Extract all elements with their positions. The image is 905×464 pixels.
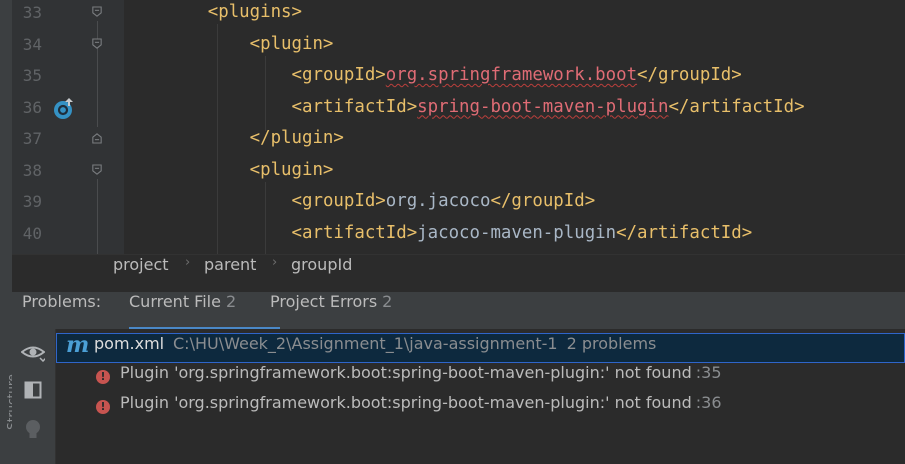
tab-project-errors-label: Project Errors [270, 292, 378, 311]
tag-value: org.jacoco [385, 191, 491, 211]
tab-project-errors[interactable]: Project Errors 2 [270, 292, 392, 311]
problem-line: :36 [695, 393, 722, 412]
fold-open-icon[interactable] [92, 163, 102, 176]
gutter-line: 37 [12, 123, 124, 155]
gutter-line: 40 [12, 218, 124, 250]
breadcrumb: project › parent › groupId [12, 254, 905, 292]
problems-toolbar [12, 329, 56, 464]
gutter-line: 39 [12, 186, 124, 218]
line-number: 36 [22, 97, 42, 117]
eye-icon[interactable] [20, 340, 46, 366]
problem-count: 2 problems [566, 334, 657, 353]
file-node-pom[interactable]: m pom.xml C:\HU\Week_2\Assignment_1\java… [56, 332, 905, 363]
xml-tag: </groupId> [637, 65, 742, 85]
line-number: 39 [22, 192, 42, 211]
line-number: 38 [22, 160, 42, 180]
breadcrumb-separator-icon: › [185, 255, 191, 270]
file-path: C:\HU\Week_2\Assignment_1\java-assignmen… [173, 334, 656, 353]
problem-text: Plugin 'org.springframework.boot:spring-… [120, 363, 722, 382]
breadcrumb-item-groupid[interactable]: groupId [291, 255, 352, 274]
code-line[interactable]: <artifactId>jacoco-maven-plugin</artifac… [124, 218, 905, 250]
xml-tag: <plugins> [207, 2, 302, 22]
problem-item[interactable]: ! Plugin 'org.springframework.boot:sprin… [56, 393, 905, 423]
gutter-line: 33 [12, 0, 124, 29]
gutter-line: 35 [12, 60, 124, 92]
xml-tag: <groupId> [291, 191, 386, 211]
tag-value: spring-boot-maven-plugin [417, 96, 669, 117]
gutter-line: 34 [12, 29, 124, 61]
breadcrumb-separator-icon: › [272, 255, 278, 270]
code-line[interactable]: <artifactId>spring-boot-maven-plugin</ar… [124, 92, 905, 124]
xml-tag: </artifactId> [616, 222, 753, 243]
line-number: 35 [22, 66, 42, 85]
problem-item[interactable]: ! Plugin 'org.springframework.boot:sprin… [56, 363, 905, 393]
breadcrumb-item-parent[interactable]: parent [204, 255, 256, 274]
xml-tag: </artifactId> [668, 96, 805, 117]
fold-open-icon[interactable] [92, 37, 102, 50]
tab-current-file[interactable]: Current File 2 [129, 292, 236, 311]
tab-current-file-label: Current File [129, 292, 221, 311]
line-number: 34 [22, 34, 42, 54]
gutter-line: 38 [12, 155, 124, 187]
problem-message: Plugin 'org.springframework.boot:spring-… [120, 363, 692, 382]
file-path-text: C:\HU\Week_2\Assignment_1\java-assignmen… [173, 334, 558, 353]
xml-tag: <artifactId> [291, 96, 418, 117]
problem-message: Plugin 'org.springframework.boot:spring-… [120, 393, 692, 412]
xml-tag: <groupId> [291, 65, 386, 85]
problems-title: Problems: [22, 292, 102, 311]
lightbulb-icon[interactable] [20, 417, 46, 443]
xml-tag: </groupId> [490, 191, 596, 211]
code-editor[interactable]: 33 34 35 36 37 38 39 40 <plugins> <plugin> <gro… [12, 0, 905, 254]
code-area[interactable]: <plugins> <plugin> <groupId>org.springfr… [124, 0, 905, 254]
fold-open-icon[interactable] [92, 6, 102, 18]
override-method-icon[interactable] [53, 97, 77, 121]
code-line[interactable]: <groupId>org.springframework.boot</group… [124, 60, 905, 92]
code-line[interactable]: <plugins> [124, 0, 905, 29]
fold-close-icon[interactable] [92, 132, 102, 144]
line-number: 33 [22, 3, 42, 22]
editor-gutter: 33 34 35 36 37 38 39 40 [12, 0, 124, 254]
tag-value: org.springframework.boot [385, 65, 638, 85]
tag-value: jacoco-maven-plugin [417, 222, 617, 243]
code-line[interactable]: <plugin> [124, 155, 905, 187]
gutter-line: 36 [12, 92, 124, 124]
problems-tree: m pom.xml C:\HU\Week_2\Assignment_1\java… [56, 329, 905, 464]
tab-project-errors-count: 2 [382, 292, 393, 311]
problem-text: Plugin 'org.springframework.boot:spring-… [120, 393, 722, 412]
xml-tag: <artifactId> [291, 222, 418, 243]
line-number: 40 [22, 223, 42, 243]
problems-panel-header: Problems: Current File 2 Project Errors 2 [12, 291, 905, 330]
line-number: 37 [22, 129, 42, 148]
maven-file-icon: m [66, 332, 90, 358]
breadcrumb-item-project[interactable]: project [113, 255, 169, 274]
file-name: pom.xml [94, 334, 165, 353]
xml-tag: <plugin> [249, 159, 334, 180]
xml-tag: <plugin> [249, 33, 334, 54]
tab-current-file-count: 2 [225, 292, 237, 311]
code-line[interactable]: <plugin> [124, 29, 905, 61]
preview-pane-icon[interactable] [20, 377, 46, 403]
problems-panel: m pom.xml C:\HU\Week_2\Assignment_1\java… [12, 329, 905, 464]
problem-line: :35 [695, 363, 722, 382]
xml-tag: </plugin> [249, 128, 344, 148]
error-icon: ! [96, 370, 110, 384]
error-icon: ! [96, 400, 110, 414]
code-line[interactable]: <groupId>org.jacoco</groupId> [124, 186, 905, 218]
code-line[interactable]: </plugin> [124, 123, 905, 155]
